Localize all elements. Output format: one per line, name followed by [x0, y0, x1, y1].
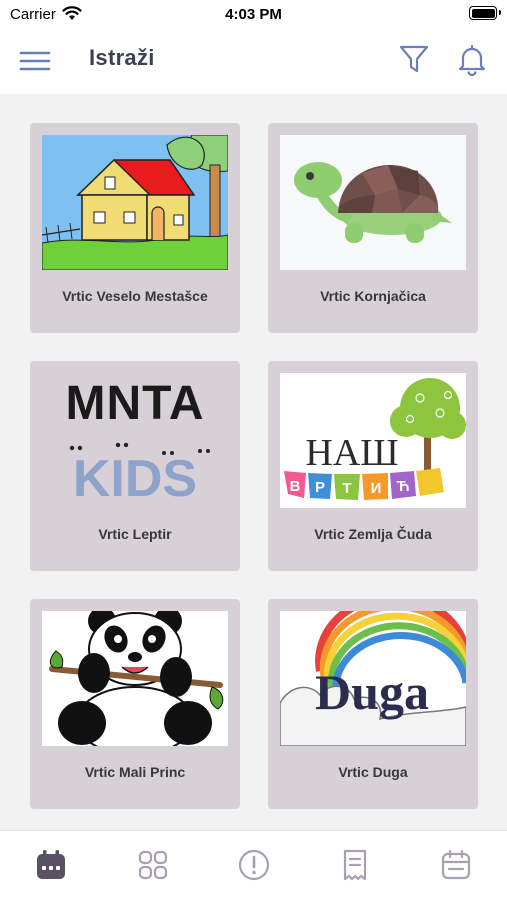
turtle-illustration: [280, 135, 466, 270]
banner-letter: Р: [315, 479, 325, 496]
tab-explore[interactable]: [135, 847, 171, 883]
kindergarten-name: Vrtic Veselo Mestašce: [62, 288, 208, 304]
filter-icon[interactable]: [397, 42, 431, 76]
banner-letter: Ћ: [396, 478, 409, 495]
kindergarten-card[interactable]: НАШ В Р Т И Ћ Vrtic Zemlja Čuda: [268, 361, 478, 571]
rainbow-logo: Duga: [280, 611, 466, 746]
kindergarten-name: Vrtic Zemlja Čuda: [314, 526, 432, 542]
kindergarten-name: Vrtic Kornjačica: [320, 288, 426, 304]
kindergarten-card[interactable]: Vrtic Kornjačica: [268, 123, 478, 333]
nas-vrtic-logo: НАШ В Р Т И Ћ: [280, 373, 466, 508]
hamburger-menu-icon[interactable]: [18, 44, 52, 78]
kindergarten-card[interactable]: Vrtic Veselo Mestašce: [30, 123, 240, 333]
calendar-icon: [37, 850, 65, 879]
kindergarten-name: Vrtic Mali Princ: [84, 764, 186, 780]
receipt-icon: [343, 849, 367, 881]
kindergarten-card[interactable]: MNTA KIDS Vrtic Leptir: [30, 361, 240, 571]
page-title: Istraži: [89, 45, 155, 70]
minta-kids-logo: MNTA KIDS: [42, 373, 228, 508]
tab-schedule[interactable]: [438, 847, 474, 883]
status-bar: Carrier 4:03 PM: [0, 0, 507, 30]
kindergarten-card[interactable]: Duga Vrtic Duga: [268, 599, 478, 809]
kindergarten-name: Vrtic Duga: [338, 764, 408, 780]
tab-calendar[interactable]: [33, 847, 69, 883]
banner-letter: В: [290, 478, 301, 495]
banner-letter: Т: [342, 480, 351, 497]
alert-icon: [238, 849, 270, 881]
kindergarten-card[interactable]: Vrtic Mali Princ: [30, 599, 240, 809]
tab-receipts[interactable]: [337, 847, 373, 883]
banner-letter: И: [371, 480, 382, 497]
bell-icon[interactable]: [455, 42, 489, 77]
duga-logo-text: Duga: [315, 664, 429, 720]
kids-logo-text: KIDS: [73, 450, 197, 508]
clock: 4:03 PM: [225, 6, 282, 23]
house-illustration: [42, 135, 228, 270]
minta-logo-text: MNTA: [65, 377, 204, 430]
app-header: Istraži: [0, 30, 507, 94]
tab-alerts[interactable]: [236, 847, 272, 883]
calendar-outline-icon: [441, 849, 471, 880]
kindergarten-name: Vrtic Leptir: [98, 526, 172, 542]
app-screen: Carrier 4:03 PM Istraži Vrtic Veselo Mes…: [0, 0, 507, 900]
battery-icon: [469, 6, 501, 20]
grid-icon: [138, 850, 168, 880]
panda-illustration: [42, 611, 228, 746]
bottom-tab-bar: [0, 830, 507, 900]
nas-logo-text: НАШ: [305, 432, 398, 474]
